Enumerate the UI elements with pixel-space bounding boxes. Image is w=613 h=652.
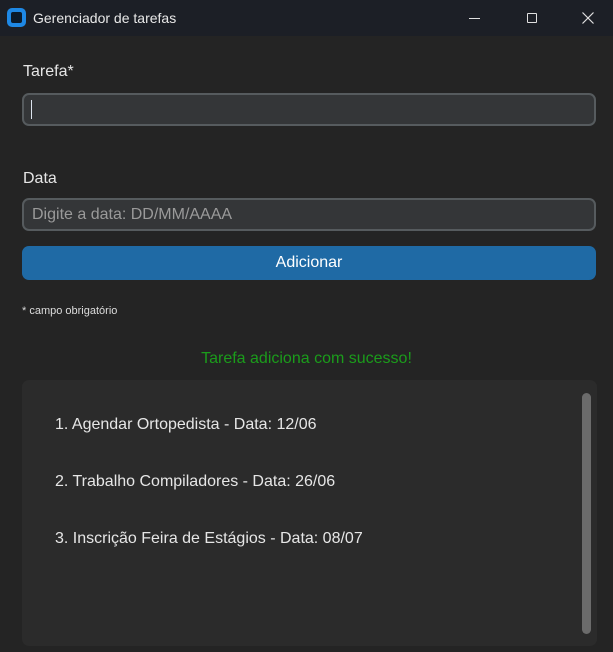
task-list-item: 2. Trabalho Compiladores - Data: 26/06 (55, 473, 336, 490)
task-list[interactable]: 1. Agendar Ortopedista - Data: 12/06 2. … (22, 380, 597, 646)
task-list-item: 1. Agendar Ortopedista - Data: 12/06 (55, 416, 317, 433)
title-bar: Gerenciador de tarefas (0, 0, 613, 36)
maximize-button[interactable] (509, 0, 555, 36)
data-label: Data (23, 170, 57, 187)
tarefa-input[interactable] (22, 93, 596, 126)
required-field-note: * campo obrigatório (22, 305, 118, 317)
task-list-item: 3. Inscrição Feira de Estágios - Data: 0… (55, 530, 363, 547)
minimize-icon (468, 17, 480, 19)
window-title: Gerenciador de tarefas (33, 10, 177, 26)
add-button[interactable]: Adicionar (22, 246, 596, 280)
maximize-icon (527, 13, 537, 23)
tarefa-label: Tarefa* (23, 63, 74, 80)
task-list-scrollbar[interactable] (582, 393, 591, 634)
text-caret (31, 100, 32, 119)
close-button[interactable] (565, 0, 611, 36)
app-window-icon (7, 8, 26, 27)
close-icon (582, 12, 594, 24)
minimize-button[interactable] (451, 0, 497, 36)
data-input[interactable] (22, 198, 596, 231)
status-message: Tarefa adiciona com sucesso! (201, 350, 412, 367)
